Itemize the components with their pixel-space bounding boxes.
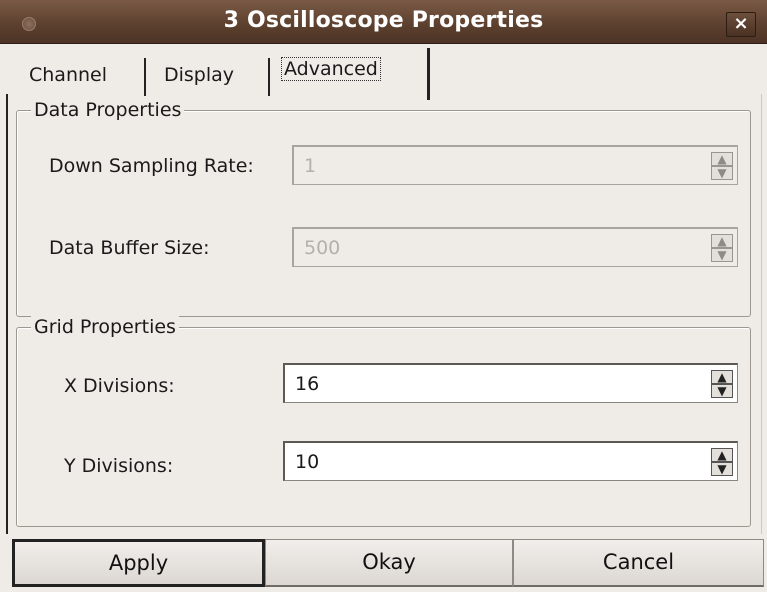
data-buffer-size-spinbox[interactable]: 500 ▲ ▼ bbox=[292, 227, 738, 267]
tab-channel[interactable]: Channel bbox=[16, 58, 146, 96]
y-divisions-label: Y Divisions: bbox=[64, 455, 174, 477]
tab-display[interactable]: Display bbox=[150, 58, 270, 96]
dialog-button-bar: Apply Okay Cancel bbox=[8, 539, 764, 587]
y-divisions-stepper[interactable]: ▲ ▼ bbox=[711, 448, 733, 476]
spin-down-icon[interactable]: ▼ bbox=[711, 166, 733, 180]
okay-button[interactable]: Okay bbox=[265, 539, 513, 587]
spin-up-icon[interactable]: ▲ bbox=[711, 234, 733, 248]
apply-button[interactable]: Apply bbox=[12, 539, 265, 587]
tab-channel-label: Channel bbox=[29, 64, 108, 86]
grid-properties-group: Grid Properties bbox=[16, 316, 751, 527]
spin-down-icon[interactable]: ▼ bbox=[711, 462, 733, 476]
title-bar: 3 Oscilloscope Properties × bbox=[0, 0, 767, 44]
data-properties-group: Data Properties bbox=[16, 99, 751, 317]
down-sampling-rate-label: Down Sampling Rate: bbox=[49, 155, 254, 177]
close-button[interactable]: × bbox=[726, 12, 756, 37]
data-buffer-size-stepper[interactable]: ▲ ▼ bbox=[711, 234, 733, 262]
spin-up-icon[interactable]: ▲ bbox=[711, 152, 733, 166]
data-properties-legend: Data Properties bbox=[31, 99, 185, 121]
cancel-button[interactable]: Cancel bbox=[513, 539, 764, 587]
data-buffer-size-value: 500 bbox=[304, 237, 341, 259]
tab-advanced[interactable]: Advanced bbox=[274, 48, 430, 100]
tab-display-label: Display bbox=[164, 64, 235, 86]
y-divisions-spinbox[interactable]: 10 ▲ ▼ bbox=[283, 441, 738, 481]
spin-down-icon[interactable]: ▼ bbox=[711, 248, 733, 262]
tab-advanced-label: Advanced bbox=[281, 57, 381, 81]
window-title: 3 Oscilloscope Properties bbox=[223, 8, 544, 33]
x-divisions-label: X Divisions: bbox=[64, 375, 175, 397]
spin-up-icon[interactable]: ▲ bbox=[711, 370, 733, 384]
x-divisions-value: 16 bbox=[295, 373, 320, 395]
x-divisions-stepper[interactable]: ▲ ▼ bbox=[711, 370, 733, 398]
data-buffer-size-label: Data Buffer Size: bbox=[49, 237, 210, 259]
spin-down-icon[interactable]: ▼ bbox=[711, 384, 733, 398]
down-sampling-rate-value: 1 bbox=[304, 155, 317, 177]
spin-up-icon[interactable]: ▲ bbox=[711, 448, 733, 462]
down-sampling-rate-spinbox[interactable]: 1 ▲ ▼ bbox=[292, 145, 738, 185]
tab-strip: Channel Display Advanced bbox=[0, 44, 767, 100]
x-divisions-spinbox[interactable]: 16 ▲ ▼ bbox=[283, 363, 738, 403]
down-sampling-rate-stepper[interactable]: ▲ ▼ bbox=[711, 152, 733, 180]
grid-properties-legend: Grid Properties bbox=[31, 316, 179, 338]
y-divisions-value: 10 bbox=[295, 451, 320, 473]
